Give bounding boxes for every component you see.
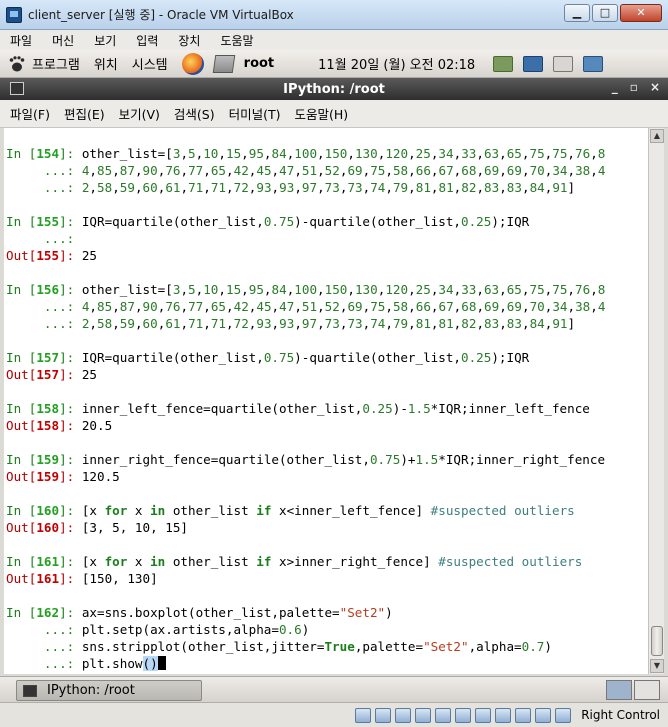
- terminal-maximize-button[interactable]: ▫: [630, 80, 638, 94]
- scroll-thumb[interactable]: [651, 626, 663, 656]
- terminal-title: IPython: /root: [283, 81, 385, 97]
- vbox-statusbar: Right Control: [0, 702, 668, 727]
- scroll-down-arrow-icon[interactable]: ▼: [650, 659, 664, 673]
- terminal-icon: [10, 82, 24, 95]
- terminal-line: In [158]: inner_left_fence=quartile(othe…: [6, 401, 590, 416]
- terminal-line: ...: plt.show(): [6, 655, 166, 672]
- system-tray: [493, 55, 604, 72]
- terminal-line: ...:: [6, 231, 82, 246]
- terminal-line: ...: 2,58,59,60,61,71,71,72,93,93,97,73,…: [6, 180, 576, 195]
- terminal-menu-help[interactable]: 도움말(H): [295, 104, 349, 123]
- update-icon[interactable]: [583, 55, 604, 72]
- gnome-foot-icon[interactable]: [8, 55, 26, 73]
- terminal-line: Out[155]: 25: [6, 248, 98, 263]
- terminal-output[interactable]: In [154]: other_list=[3,5,10,15,95,84,10…: [4, 128, 648, 674]
- hard-disk-icon[interactable]: [355, 707, 372, 723]
- terminal-line: ...: plt.setp(ax.artists,alpha=0.6): [6, 622, 310, 637]
- volume-icon[interactable]: [553, 55, 574, 72]
- optical-drive-icon[interactable]: [375, 707, 392, 723]
- firefox-icon[interactable]: [181, 52, 204, 75]
- terminal-line: In [161]: [x for x in other_list if x>in…: [6, 554, 583, 569]
- network-adapter-icon[interactable]: [455, 707, 472, 723]
- shared-folders-icon[interactable]: [435, 707, 452, 723]
- terminal-line: ...: 4,85,87,90,76,77,65,42,45,47,51,52,…: [6, 163, 606, 178]
- taskbar-window-label: IPython: /root: [47, 683, 135, 698]
- network-icon[interactable]: [493, 55, 514, 72]
- vbox-menu-devices[interactable]: 장치: [178, 32, 200, 49]
- vbox-menu-input[interactable]: 입력: [136, 32, 158, 49]
- maximize-button[interactable]: □: [592, 4, 618, 22]
- text-cursor: [157, 656, 166, 670]
- mouse-integration-icon[interactable]: [535, 707, 552, 723]
- vbox-window-title: client_server [실행 중] - Oracle VM Virtual…: [28, 8, 294, 22]
- panel-menu-system[interactable]: 시스템: [132, 54, 168, 73]
- terminal-line: In [156]: other_list=[3,5,10,15,95,84,10…: [6, 282, 606, 297]
- terminal-line: In [162]: ax=sns.boxplot(other_list,pale…: [6, 605, 393, 620]
- keyboard-capture-icon[interactable]: [555, 707, 572, 723]
- terminal-menu-terminal[interactable]: 터미널(T): [229, 104, 281, 123]
- terminal-menu-view[interactable]: 보기(V): [119, 104, 160, 123]
- workspace-switcher: [606, 680, 660, 700]
- cpu-virtualization-icon[interactable]: [515, 707, 532, 723]
- terminal-minimize-button[interactable]: _: [612, 80, 618, 94]
- terminal-close-button[interactable]: ×: [650, 80, 660, 94]
- close-button[interactable]: ✕: [620, 4, 662, 22]
- vbox-menu-machine[interactable]: 머신: [52, 32, 74, 49]
- usb-icon[interactable]: [415, 707, 432, 723]
- display-status-icon[interactable]: [475, 707, 492, 723]
- taskbar-window-button[interactable]: IPython: /root: [16, 680, 202, 701]
- terminal-menubar: 파일(F) 편집(E) 보기(V) 검색(S) 터미널(T) 도움말(H): [0, 100, 668, 128]
- panel-menu-applications[interactable]: 프로그램: [32, 54, 80, 73]
- panel-clock[interactable]: 11월 20일 (월) 오전 02:18: [318, 54, 475, 73]
- terminal-line: In [160]: [x for x in other_list if x<in…: [6, 503, 575, 518]
- gnome-top-panel: 프로그램 위치 시스템 root 11월 20일 (월) 오전 02:18: [0, 50, 668, 78]
- vbox-window-controls: ▁ □ ✕: [564, 4, 662, 22]
- workspace-1[interactable]: [606, 680, 632, 700]
- vbox-menubar: 파일 머신 보기 입력 장치 도움말: [0, 30, 668, 50]
- terminal-menu-file[interactable]: 파일(F): [10, 104, 50, 123]
- vbox-titlebar: client_server [실행 중] - Oracle VM Virtual…: [0, 0, 668, 30]
- editor-launcher-icon[interactable]: [212, 54, 235, 73]
- workspace-2[interactable]: [634, 680, 660, 700]
- host-key-label: Right Control: [581, 708, 660, 722]
- terminal-line: Out[159]: 120.5: [6, 469, 120, 484]
- terminal-line: In [155]: IQR=quartile(other_list,0.75)-…: [6, 214, 530, 229]
- terminal-icon: [23, 684, 37, 697]
- terminal-titlebar: IPython: /root _ ▫ ×: [0, 78, 668, 100]
- terminal-menu-edit[interactable]: 편집(E): [64, 104, 105, 123]
- scroll-up-arrow-icon[interactable]: ▲: [650, 129, 664, 143]
- video-capture-icon[interactable]: [495, 707, 512, 723]
- terminal-line: Out[158]: 20.5: [6, 418, 113, 433]
- display-icon[interactable]: [523, 55, 544, 72]
- panel-menu-places[interactable]: 위치: [94, 54, 118, 73]
- terminal-menu-search[interactable]: 검색(S): [174, 104, 215, 123]
- gnome-bottom-panel: IPython: /root: [0, 676, 668, 702]
- terminal-line: Out[157]: 25: [6, 367, 98, 382]
- terminal-line: Out[160]: [3, 5, 10, 15]: [6, 520, 188, 535]
- terminal-line: ...: sns.stripplot(other_list,jitter=Tru…: [6, 639, 552, 654]
- terminal-line: ...: 2,58,59,60,61,71,71,72,93,93,97,73,…: [6, 316, 576, 331]
- audio-icon[interactable]: [395, 707, 412, 723]
- virtualbox-icon: [6, 6, 22, 23]
- terminal-line: In [159]: inner_right_fence=quartile(oth…: [6, 452, 606, 467]
- terminal-line: In [154]: other_list=[3,5,10,15,95,84,10…: [6, 146, 606, 161]
- panel-username: root: [243, 56, 275, 71]
- terminal-scrollbar[interactable]: ▲ ▼: [648, 128, 664, 674]
- terminal-line: In [157]: IQR=quartile(other_list,0.75)-…: [6, 350, 530, 365]
- vbox-menu-file[interactable]: 파일: [10, 32, 32, 49]
- vbox-menu-view[interactable]: 보기: [94, 32, 116, 49]
- minimize-button[interactable]: ▁: [564, 4, 590, 22]
- terminal-line: Out[161]: [150, 130]: [6, 571, 158, 586]
- vbox-menu-help[interactable]: 도움말: [220, 32, 253, 49]
- terminal-line: ...: 4,85,87,90,76,77,65,42,45,47,51,52,…: [6, 299, 606, 314]
